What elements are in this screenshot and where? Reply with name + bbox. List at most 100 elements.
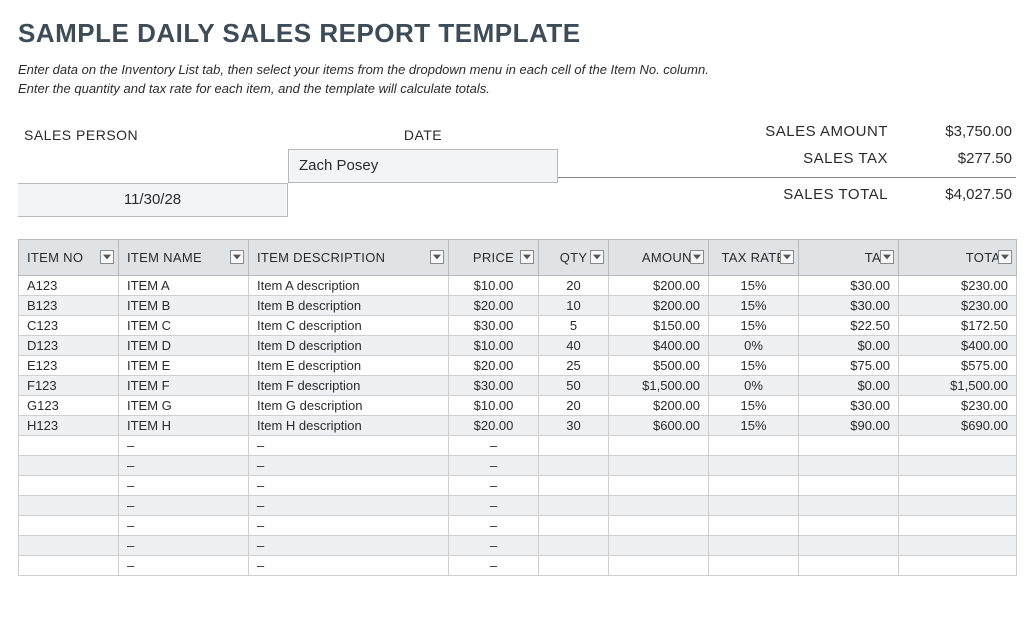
table-cell[interactable] bbox=[539, 435, 609, 455]
table-cell[interactable]: $10.00 bbox=[449, 335, 539, 355]
col-qty[interactable]: QTY bbox=[539, 239, 609, 275]
table-cell[interactable]: ITEM B bbox=[119, 295, 249, 315]
table-cell[interactable] bbox=[609, 555, 709, 575]
table-cell[interactable]: $400.00 bbox=[609, 335, 709, 355]
filter-icon[interactable] bbox=[998, 250, 1012, 264]
table-cell[interactable] bbox=[609, 475, 709, 495]
table-cell[interactable]: 15% bbox=[709, 415, 799, 435]
table-cell[interactable]: Item H description bbox=[249, 415, 449, 435]
table-cell[interactable]: ITEM C bbox=[119, 315, 249, 335]
table-cell[interactable]: $172.50 bbox=[899, 315, 1017, 335]
table-cell[interactable]: $0.00 bbox=[799, 335, 899, 355]
filter-icon[interactable] bbox=[880, 250, 894, 264]
table-cell[interactable]: 20 bbox=[539, 275, 609, 295]
table-cell[interactable]: 30 bbox=[539, 415, 609, 435]
table-cell[interactable] bbox=[19, 495, 119, 515]
table-cell[interactable]: $0.00 bbox=[799, 375, 899, 395]
filter-icon[interactable] bbox=[430, 250, 444, 264]
table-cell[interactable] bbox=[539, 535, 609, 555]
table-cell[interactable]: $200.00 bbox=[609, 295, 709, 315]
table-cell[interactable]: – bbox=[119, 495, 249, 515]
filter-icon[interactable] bbox=[590, 250, 604, 264]
table-cell[interactable]: $1,500.00 bbox=[899, 375, 1017, 395]
date-input[interactable]: 11/30/28 bbox=[18, 183, 288, 217]
table-cell[interactable]: C123 bbox=[19, 315, 119, 335]
table-cell[interactable] bbox=[709, 555, 799, 575]
table-cell[interactable] bbox=[899, 455, 1017, 475]
filter-icon[interactable] bbox=[690, 250, 704, 264]
table-cell[interactable] bbox=[899, 435, 1017, 455]
table-cell[interactable]: ITEM E bbox=[119, 355, 249, 375]
table-cell[interactable]: $230.00 bbox=[899, 275, 1017, 295]
col-item-desc[interactable]: ITEM DESCRIPTION bbox=[249, 239, 449, 275]
table-cell[interactable]: – bbox=[119, 455, 249, 475]
table-cell[interactable] bbox=[899, 475, 1017, 495]
table-cell[interactable] bbox=[609, 495, 709, 515]
table-cell[interactable]: 0% bbox=[709, 335, 799, 355]
table-cell[interactable] bbox=[19, 435, 119, 455]
table-cell[interactable]: – bbox=[249, 495, 449, 515]
filter-icon[interactable] bbox=[230, 250, 244, 264]
table-cell[interactable] bbox=[709, 495, 799, 515]
table-cell[interactable]: 50 bbox=[539, 375, 609, 395]
table-cell[interactable] bbox=[609, 515, 709, 535]
table-cell[interactable]: $150.00 bbox=[609, 315, 709, 335]
filter-icon[interactable] bbox=[780, 250, 794, 264]
table-cell[interactable]: $690.00 bbox=[899, 415, 1017, 435]
table-cell[interactable] bbox=[19, 535, 119, 555]
table-cell[interactable]: B123 bbox=[19, 295, 119, 315]
table-cell[interactable]: A123 bbox=[19, 275, 119, 295]
table-cell[interactable]: – bbox=[449, 555, 539, 575]
table-cell[interactable] bbox=[539, 475, 609, 495]
table-cell[interactable]: ITEM F bbox=[119, 375, 249, 395]
table-cell[interactable] bbox=[709, 535, 799, 555]
col-tax-rate[interactable]: TAX RATE bbox=[709, 239, 799, 275]
table-cell[interactable] bbox=[899, 495, 1017, 515]
table-cell[interactable]: 20 bbox=[539, 395, 609, 415]
table-cell[interactable] bbox=[609, 435, 709, 455]
table-cell[interactable] bbox=[19, 455, 119, 475]
table-cell[interactable]: ITEM D bbox=[119, 335, 249, 355]
table-cell[interactable] bbox=[539, 555, 609, 575]
col-tax[interactable]: TAX bbox=[799, 239, 899, 275]
table-cell[interactable]: E123 bbox=[19, 355, 119, 375]
table-cell[interactable]: – bbox=[249, 475, 449, 495]
table-cell[interactable]: 15% bbox=[709, 355, 799, 375]
table-cell[interactable]: $22.50 bbox=[799, 315, 899, 335]
table-cell[interactable]: – bbox=[249, 535, 449, 555]
table-cell[interactable]: 15% bbox=[709, 295, 799, 315]
table-cell[interactable]: $90.00 bbox=[799, 415, 899, 435]
table-cell[interactable] bbox=[709, 515, 799, 535]
table-cell[interactable] bbox=[609, 535, 709, 555]
table-cell[interactable]: 15% bbox=[709, 315, 799, 335]
table-cell[interactable]: $30.00 bbox=[799, 295, 899, 315]
col-price[interactable]: PRICE bbox=[449, 239, 539, 275]
table-cell[interactable]: $500.00 bbox=[609, 355, 709, 375]
table-cell[interactable] bbox=[709, 435, 799, 455]
table-cell[interactable]: $575.00 bbox=[899, 355, 1017, 375]
table-cell[interactable]: $20.00 bbox=[449, 295, 539, 315]
table-cell[interactable] bbox=[609, 455, 709, 475]
table-cell[interactable]: – bbox=[449, 435, 539, 455]
table-cell[interactable]: – bbox=[249, 515, 449, 535]
table-cell[interactable] bbox=[709, 455, 799, 475]
table-cell[interactable]: 40 bbox=[539, 335, 609, 355]
table-cell[interactable]: – bbox=[249, 435, 449, 455]
filter-icon[interactable] bbox=[520, 250, 534, 264]
table-cell[interactable]: $75.00 bbox=[799, 355, 899, 375]
table-cell[interactable]: Item B description bbox=[249, 295, 449, 315]
table-cell[interactable]: ITEM H bbox=[119, 415, 249, 435]
table-cell[interactable] bbox=[899, 535, 1017, 555]
table-cell[interactable]: – bbox=[249, 555, 449, 575]
table-cell[interactable]: $30.00 bbox=[449, 375, 539, 395]
table-cell[interactable]: G123 bbox=[19, 395, 119, 415]
table-cell[interactable]: $600.00 bbox=[609, 415, 709, 435]
table-cell[interactable]: $400.00 bbox=[899, 335, 1017, 355]
col-item-no[interactable]: ITEM NO bbox=[19, 239, 119, 275]
table-cell[interactable]: 5 bbox=[539, 315, 609, 335]
table-cell[interactable]: $1,500.00 bbox=[609, 375, 709, 395]
table-cell[interactable]: – bbox=[449, 475, 539, 495]
table-cell[interactable] bbox=[899, 515, 1017, 535]
table-cell[interactable] bbox=[539, 495, 609, 515]
table-cell[interactable]: $230.00 bbox=[899, 395, 1017, 415]
